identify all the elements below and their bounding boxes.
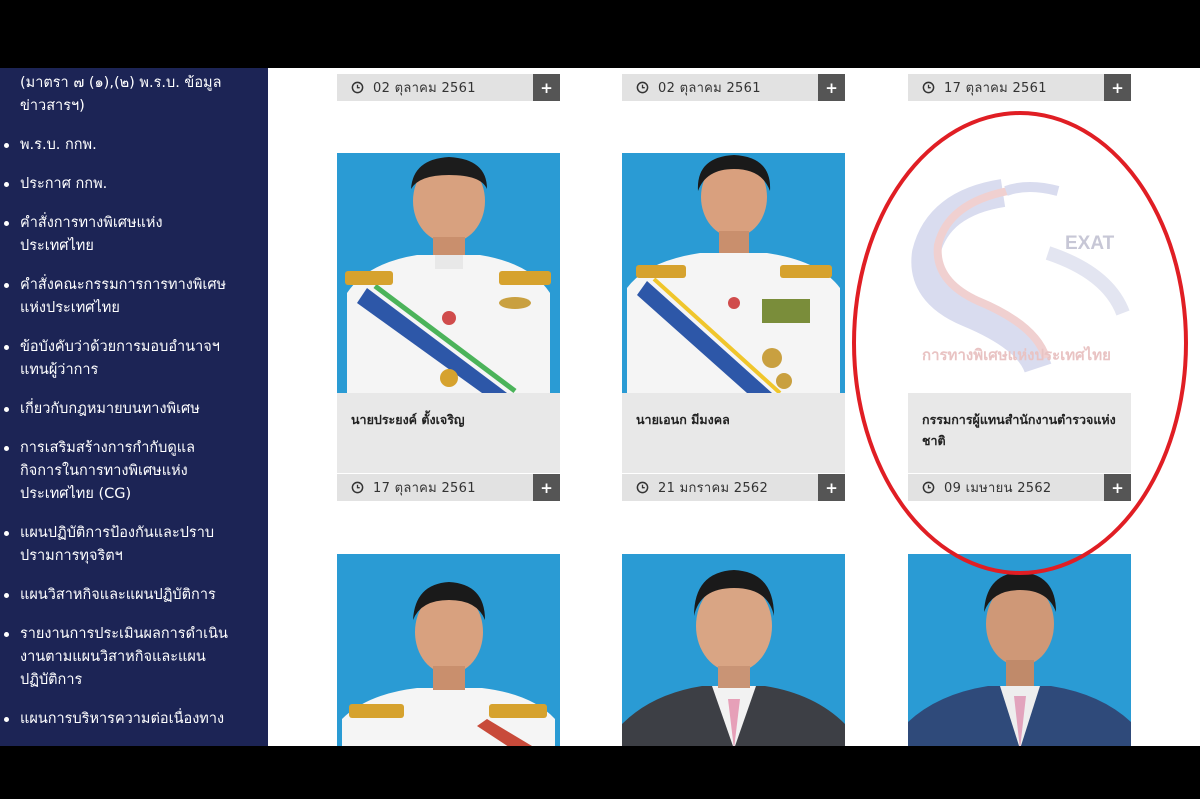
date-bar: 09 เมษายน 2562 +	[908, 474, 1131, 501]
sidebar-item-anticorruption-plan[interactable]: แผนปฏิบัติการป้องกันและปราบปรามการทุจริต…	[0, 522, 230, 568]
sidebar-item-continued[interactable]: (มาตรา ๗ (๑),(๒) พ.ร.บ. ข้อมูลข่าวสารฯ)	[20, 72, 230, 118]
page-viewport: (มาตรา ๗ (๑),(๒) พ.ร.บ. ข้อมูลข่าวสารฯ) …	[0, 68, 1200, 746]
date-text: 17 ตุลาคม 2561	[373, 481, 476, 496]
more-button[interactable]: +	[533, 74, 560, 101]
sidebar-item-delegation-rules[interactable]: ข้อบังคับว่าด้วยการมอบอำนาจฯ แทนผู้ว่ากา…	[0, 336, 230, 382]
clock-icon	[636, 81, 649, 94]
date-bar: 17 ตุลาคม 2561 +	[908, 74, 1131, 101]
sidebar-item-label: แผนปฏิบัติการป้องกันและปราบปรามการทุจริต…	[20, 525, 215, 564]
person-photo[interactable]	[337, 554, 560, 746]
sidebar-item-label: รายงานการประเมินผลการดำเนินงานตามแผนวิสา…	[20, 626, 228, 688]
sidebar: (มาตรา ๗ (๑),(๒) พ.ร.บ. ข้อมูลข่าวสารฯ) …	[0, 68, 268, 746]
clock-icon	[351, 81, 364, 94]
bullet-icon	[4, 632, 9, 637]
sidebar-item-cg[interactable]: การเสริมสร้างการกำกับดูแลกิจการในการทางพ…	[0, 437, 230, 506]
sidebar-item-enterprise-plan[interactable]: แผนวิสาหกิจและแผนปฏิบัติการ	[0, 584, 230, 607]
position-title[interactable]: กรรมการผู้แทนสำนักงานตำรวจแห่งชาติ	[922, 409, 1122, 451]
clock-icon	[922, 81, 935, 94]
bullet-icon	[4, 182, 9, 187]
sidebar-item-ergc-announcement[interactable]: ประกาศ กกพ.	[0, 173, 230, 196]
bullet-icon	[4, 717, 9, 722]
sidebar-item-label: พ.ร.บ. กกพ.	[20, 137, 97, 153]
sidebar-list: พ.ร.บ. กกพ. ประกาศ กกพ. คำสั่งการทางพิเศ…	[0, 134, 240, 746]
bullet-icon	[4, 345, 9, 350]
more-button[interactable]: +	[1104, 74, 1131, 101]
bullet-icon	[4, 143, 9, 148]
bullet-icon	[4, 221, 9, 226]
person-photo[interactable]	[908, 554, 1131, 746]
person-portrait-image	[627, 155, 840, 393]
sidebar-item-label: การเสริมสร้างการกำกับดูแลกิจการในการทางพ…	[20, 440, 195, 502]
person-name[interactable]: นายเอนก มีมงคล	[636, 409, 836, 430]
bullet-icon	[4, 531, 9, 536]
person-portrait-image	[622, 570, 845, 746]
sidebar-item-exat-orders[interactable]: คำสั่งการทางพิเศษแห่งประเทศไทย	[0, 212, 230, 258]
date-text: 02 ตุลาคม 2561	[373, 81, 476, 96]
sidebar-item-evaluation-report[interactable]: รายงานการประเมินผลการดำเนินงานตามแผนวิสา…	[0, 623, 230, 692]
more-button[interactable]: +	[818, 474, 845, 501]
sidebar-item-label: แผนการบริหารความต่อเนื่องทาง	[20, 711, 225, 727]
bullet-icon	[4, 283, 9, 288]
date-text: 21 มกราคม 2562	[658, 481, 769, 496]
sidebar-item-label: คำสั่งการทางพิเศษแห่งประเทศไทย	[20, 215, 163, 254]
sidebar-item-label: ประกาศ กกพ.	[20, 176, 108, 192]
person-name[interactable]: นายประยงค์ ตั้งเจริญ	[351, 409, 551, 430]
card-title-area: กรรมการผู้แทนสำนักงานตำรวจแห่งชาติ	[908, 393, 1131, 473]
date-bar: 21 มกราคม 2562 +	[622, 474, 845, 501]
date-text: 09 เมษายน 2562	[944, 481, 1052, 496]
date-bar: 17 ตุลาคม 2561 +	[337, 474, 560, 501]
more-button[interactable]: +	[1104, 474, 1131, 501]
more-button[interactable]: +	[533, 474, 560, 501]
person-photo[interactable]	[337, 153, 560, 393]
date-text: 02 ตุลาคม 2561	[658, 81, 761, 96]
exat-logo-subtitle: การทางพิเศษแห่งประเทศไทย	[922, 347, 1111, 364]
sidebar-item-label: แผนวิสาหกิจและแผนปฏิบัติการ	[20, 587, 216, 603]
sidebar-item-label: เกี่ยวกับกฎหมายบนทางพิเศษ	[20, 401, 200, 417]
card-title-area: นายประยงค์ ตั้งเจริญ	[337, 393, 560, 473]
clock-icon	[636, 481, 649, 494]
sidebar-item-continuity-plan[interactable]: แผนการบริหารความต่อเนื่องทาง	[0, 708, 230, 731]
clock-icon	[922, 481, 935, 494]
placeholder-photo[interactable]: EXAT การทางพิเศษแห่งประเทศไทย	[908, 153, 1131, 393]
person-portrait-image	[345, 157, 551, 393]
person-photo[interactable]	[622, 153, 845, 393]
date-bar: 02 ตุลาคม 2561 +	[622, 74, 845, 101]
bullet-icon	[4, 446, 9, 451]
card-title-area: นายเอนก มีมงคล	[622, 393, 845, 473]
person-portrait-image	[342, 582, 555, 746]
sidebar-item-ergc-act[interactable]: พ.ร.บ. กกพ.	[0, 134, 230, 157]
screen-frame: (มาตรา ๗ (๑),(๒) พ.ร.บ. ข้อมูลข่าวสารฯ) …	[0, 0, 1200, 799]
sidebar-item-label: ข้อบังคับว่าด้วยการมอบอำนาจฯ แทนผู้ว่ากา…	[20, 339, 220, 378]
exat-logo-wordmark: EXAT	[1065, 233, 1115, 254]
bullet-icon	[4, 593, 9, 598]
date-text: 17 ตุลาคม 2561	[944, 81, 1047, 96]
sidebar-item-expressway-law[interactable]: เกี่ยวกับกฎหมายบนทางพิเศษ	[0, 398, 230, 421]
date-bar: 02 ตุลาคม 2561 +	[337, 74, 560, 101]
bullet-icon	[4, 407, 9, 412]
person-portrait-image	[908, 572, 1131, 746]
sidebar-item-board-orders[interactable]: คำสั่งคณะกรรมการการทางพิเศษแห่งประเทศไทย	[0, 274, 230, 320]
clock-icon	[351, 481, 364, 494]
person-photo[interactable]	[622, 554, 845, 746]
more-button[interactable]: +	[818, 74, 845, 101]
sidebar-item-label: คำสั่งคณะกรรมการการทางพิเศษแห่งประเทศไทย	[20, 277, 227, 316]
